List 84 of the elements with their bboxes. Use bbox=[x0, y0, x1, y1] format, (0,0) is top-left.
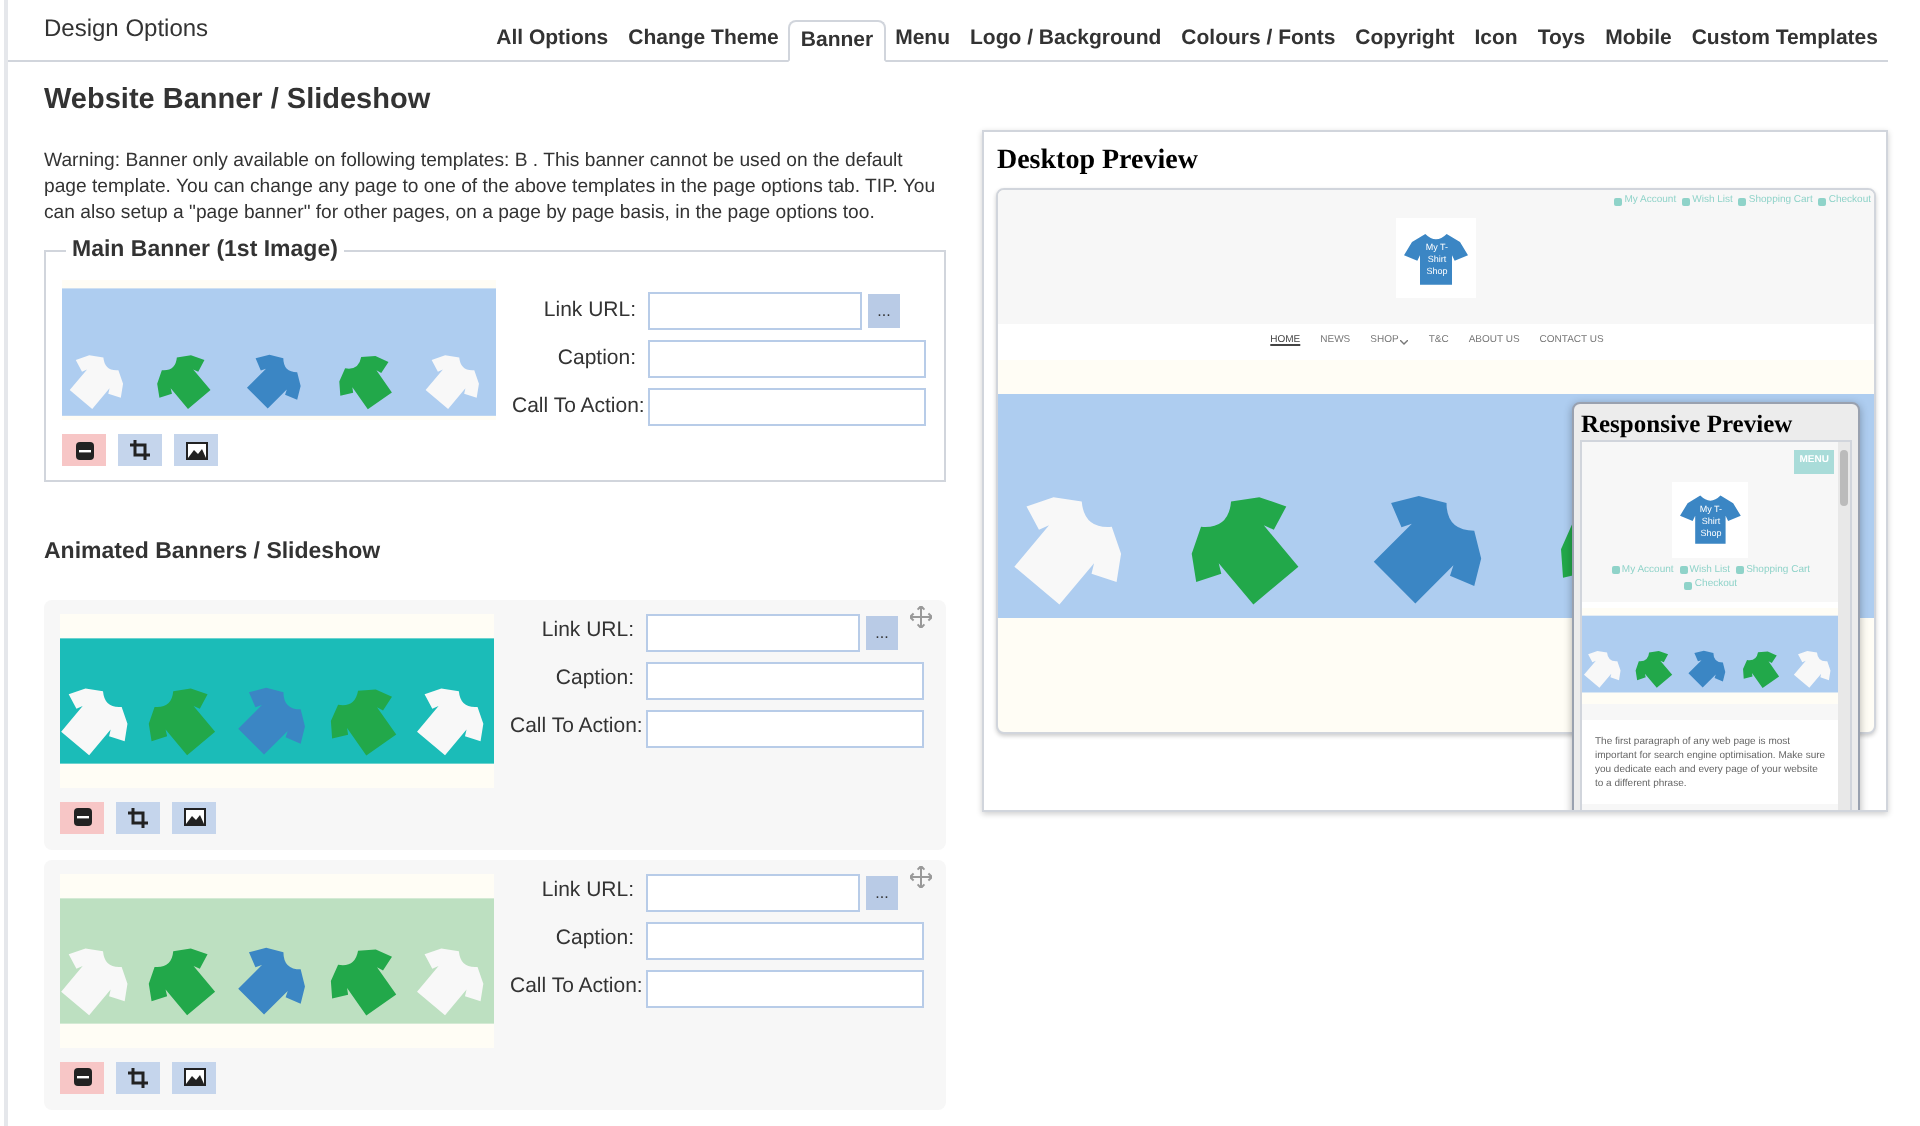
field-label: Caption: bbox=[553, 664, 636, 695]
field-label: Call To Action: bbox=[510, 712, 645, 743]
remove-button[interactable] bbox=[62, 434, 106, 467]
crop-icon bbox=[128, 807, 148, 827]
scrollbar-thumb[interactable] bbox=[1840, 450, 1849, 506]
tshirt-icon bbox=[61, 687, 128, 755]
input-field[interactable] bbox=[646, 969, 924, 1007]
field-label: Caption: bbox=[555, 343, 638, 374]
panel-legend: Main Banner (1st Image) bbox=[66, 234, 344, 269]
tshirt-icon bbox=[148, 947, 216, 1015]
tshirt-icon bbox=[1636, 650, 1674, 687]
tshirt-icon bbox=[238, 686, 305, 754]
section-heading: Animated Banners / Slideshow bbox=[44, 538, 383, 569]
tab[interactable]: Menu bbox=[885, 20, 960, 60]
crop-icon bbox=[128, 1067, 148, 1087]
field-label: Call To Action: bbox=[512, 391, 647, 422]
move-icon[interactable] bbox=[910, 605, 933, 627]
tshirt-icon bbox=[1794, 650, 1832, 687]
tshirt-icon bbox=[1744, 650, 1781, 687]
tshirt-icon bbox=[339, 356, 392, 410]
tab[interactable]: Mobile bbox=[1595, 20, 1682, 60]
page-title: Design Options bbox=[44, 12, 209, 46]
field-label: Call To Action: bbox=[510, 972, 645, 1003]
image-button[interactable] bbox=[172, 1061, 216, 1093]
tshirt-icon bbox=[148, 687, 216, 755]
crop-button[interactable] bbox=[116, 801, 160, 833]
tshirt-icon bbox=[157, 355, 211, 410]
browse-button[interactable]: ... bbox=[866, 875, 898, 909]
tab[interactable]: Custom Templates bbox=[1681, 20, 1888, 60]
input-field[interactable] bbox=[646, 661, 924, 699]
tshirt-icon bbox=[246, 355, 301, 409]
tshirt-icon bbox=[417, 947, 484, 1015]
tshirt-icon bbox=[69, 355, 124, 410]
field-label: Link URL: bbox=[539, 876, 636, 907]
remove-button[interactable] bbox=[60, 1061, 104, 1093]
section-heading: Website Banner / Slideshow bbox=[44, 82, 433, 120]
input-field[interactable] bbox=[646, 613, 860, 651]
tshirt-icon bbox=[425, 355, 479, 410]
minus-icon bbox=[75, 441, 93, 460]
warning-text: Warning: Banner only available on following templates: B . This banner cannot be used on the default page template. You can change any page to one of the above templates in the page options tab. TIP. You can also setup a "page banner" for other pages, on a page by page basis, in the page options too. bbox=[44, 148, 938, 226]
scrollbar[interactable] bbox=[1838, 442, 1851, 810]
remove-button[interactable] bbox=[60, 801, 104, 833]
move-icon[interactable] bbox=[910, 865, 933, 887]
preview-title: Desktop Preview bbox=[996, 144, 1200, 180]
tab[interactable]: Banner bbox=[788, 20, 886, 62]
tab[interactable]: Copyright bbox=[1345, 20, 1465, 60]
input-field[interactable] bbox=[648, 292, 862, 331]
tab[interactable]: Colours / Fonts bbox=[1171, 20, 1346, 60]
tshirt-icon bbox=[330, 688, 397, 755]
field-label: Caption: bbox=[553, 924, 636, 955]
crop-icon bbox=[130, 440, 150, 461]
tab[interactable]: All Options bbox=[486, 20, 619, 60]
tab[interactable]: Logo / Background bbox=[960, 20, 1172, 60]
image-button[interactable] bbox=[172, 801, 216, 833]
input-field[interactable] bbox=[648, 388, 926, 427]
tshirt-icon bbox=[1192, 497, 1300, 605]
preview-title: Responsive Preview bbox=[1580, 408, 1795, 440]
tab[interactable]: Icon bbox=[1464, 20, 1528, 60]
image-icon bbox=[183, 1068, 205, 1086]
input-field[interactable] bbox=[646, 709, 924, 747]
tab[interactable]: Change Theme bbox=[618, 20, 789, 60]
tshirt-icon bbox=[417, 687, 484, 755]
input-field[interactable] bbox=[646, 873, 860, 911]
tshirt-icon bbox=[61, 947, 128, 1015]
input-field[interactable] bbox=[648, 340, 926, 379]
crop-button[interactable] bbox=[116, 1061, 160, 1093]
input-field[interactable] bbox=[646, 921, 924, 959]
tshirt-icon bbox=[238, 946, 305, 1014]
tshirt-icon bbox=[1374, 496, 1483, 604]
image-button[interactable] bbox=[174, 434, 218, 467]
browse-button[interactable]: ... bbox=[866, 615, 898, 649]
field-label: Link URL: bbox=[539, 616, 636, 647]
tshirt-icon bbox=[330, 948, 397, 1015]
tshirt-icon bbox=[1689, 649, 1727, 687]
image-icon bbox=[183, 808, 205, 826]
minus-icon bbox=[73, 1068, 91, 1086]
tab[interactable]: Toys bbox=[1527, 20, 1596, 60]
caret-icon bbox=[1400, 339, 1409, 345]
minus-icon bbox=[73, 808, 91, 826]
tshirt-icon bbox=[1015, 497, 1123, 605]
field-label: Link URL: bbox=[541, 295, 638, 326]
browse-button[interactable]: ... bbox=[868, 294, 900, 329]
image-icon bbox=[185, 441, 207, 460]
crop-button[interactable] bbox=[118, 434, 162, 467]
